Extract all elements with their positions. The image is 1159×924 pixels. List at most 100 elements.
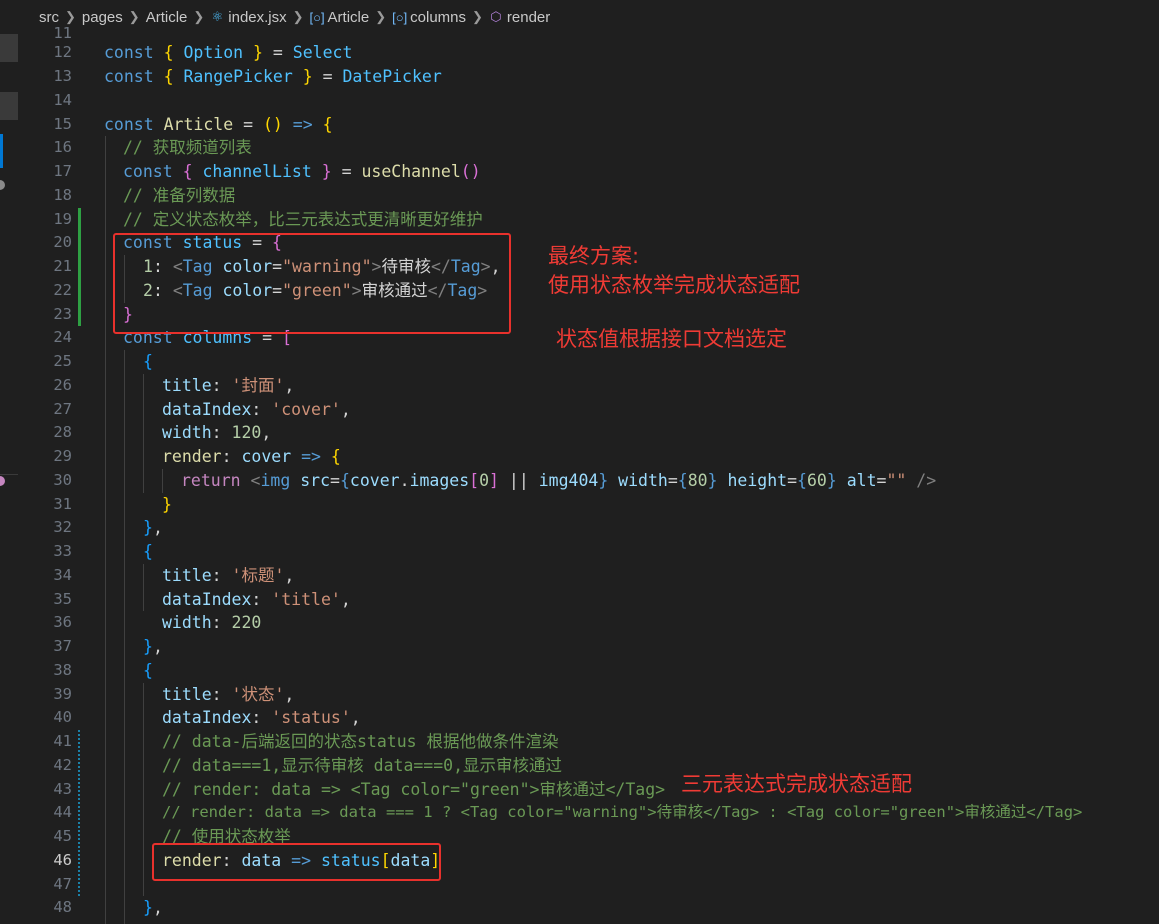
code-line[interactable]: const { channelList } = useChannel() xyxy=(123,160,481,184)
line-number: 15 xyxy=(53,115,72,133)
annotation-status-note: 状态值根据接口文档选定 xyxy=(556,327,787,351)
code-comment[interactable]: // 定义状态枚举，比三元表达式更清晰更好维护 xyxy=(123,208,483,232)
status-enum-highlight-box xyxy=(113,233,511,334)
line-number: 40 xyxy=(53,708,72,726)
line-number: 26 xyxy=(53,376,72,394)
line-number-active: 46 xyxy=(53,851,72,869)
line-number: 17 xyxy=(53,162,72,180)
line-number: 37 xyxy=(53,637,72,655)
line-number: 29 xyxy=(53,447,72,465)
indent-guide xyxy=(143,374,144,493)
breadcrumb-item-article-folder[interactable]: Article xyxy=(146,9,188,26)
symbol-variable-icon: [○] xyxy=(392,9,408,25)
breadcrumb-item-render[interactable]: ⬡ render xyxy=(489,9,550,26)
line-number: 20 xyxy=(53,233,72,251)
render-line-highlight-box xyxy=(152,843,441,881)
line-number: 41 xyxy=(53,732,72,750)
breadcrumb-item-columns[interactable]: [○] columns xyxy=(392,9,466,26)
line-number: 42 xyxy=(53,756,72,774)
code-line[interactable]: const { RangePicker } = DatePicker xyxy=(104,65,442,89)
code-line[interactable]: return <img src={cover.images[0] || img4… xyxy=(181,469,936,493)
line-number: 28 xyxy=(53,423,72,441)
code-line[interactable]: title: '标题', xyxy=(162,564,294,588)
code-comment[interactable]: // data===1,显示待审核 data===0,显示审核通过 xyxy=(162,754,562,778)
line-number: 48 xyxy=(53,898,72,916)
chevron-right-icon: ❯ xyxy=(472,9,483,24)
line-number: 12 xyxy=(53,43,72,61)
line-number: 13 xyxy=(53,67,72,85)
line-number: 45 xyxy=(53,827,72,845)
line-number: 44 xyxy=(53,803,72,821)
code-line[interactable]: title: '状态', xyxy=(162,683,294,707)
side-panel-edge xyxy=(0,34,18,924)
line-number: 14 xyxy=(53,91,72,109)
code-comment[interactable]: // data-后端返回的状态status 根据他做条件渲染 xyxy=(162,730,559,754)
symbol-method-icon: ⬡ xyxy=(490,9,502,24)
chevron-right-icon: ❯ xyxy=(128,9,140,24)
breadcrumb-item-pages[interactable]: pages xyxy=(82,9,123,26)
code-line[interactable]: const Article = () => { xyxy=(104,113,333,137)
code-line[interactable]: title: '封面', xyxy=(162,374,294,398)
line-number: 21 xyxy=(53,257,72,275)
panel-dot-icon xyxy=(0,180,5,190)
panel-active-indicator xyxy=(0,134,3,168)
line-number: 38 xyxy=(53,661,72,679)
code-line[interactable]: const { Option } = Select xyxy=(104,41,352,65)
line-number: 43 xyxy=(53,780,72,798)
code-line[interactable]: width: 220 xyxy=(162,611,261,635)
panel-row-highlight xyxy=(0,34,18,62)
code-line[interactable]: }, xyxy=(143,635,163,659)
code-comment[interactable]: // render: data => data === 1 ? <Tag col… xyxy=(162,801,1082,825)
indent-guide xyxy=(105,136,106,924)
line-number: 22 xyxy=(53,281,72,299)
breadcrumb-item-article-symbol[interactable]: [○] Article xyxy=(310,9,370,26)
code-line[interactable]: dataIndex: 'cover', xyxy=(162,398,351,422)
line-number: 47 xyxy=(53,875,72,893)
line-number: 35 xyxy=(53,590,72,608)
line-number: 18 xyxy=(53,186,72,204)
indent-guide xyxy=(162,469,163,493)
annotation-ternary-note: 三元表达式完成状态适配 xyxy=(681,772,912,796)
line-number: 33 xyxy=(53,542,72,560)
indent-guide xyxy=(143,683,144,896)
breadcrumb: src ❯ pages ❯ Article ❯ ⚛ index.jsx ❯ [○]… xyxy=(0,0,1159,34)
panel-divider xyxy=(0,474,18,475)
line-number: 25 xyxy=(53,352,72,370)
indent-guide xyxy=(124,350,125,924)
code-comment[interactable]: // 准备列数据 xyxy=(123,184,235,208)
code-line[interactable]: width: 120, xyxy=(162,421,271,445)
code-line[interactable]: { xyxy=(143,540,153,564)
code-line[interactable]: } xyxy=(162,493,172,517)
line-number: 34 xyxy=(53,566,72,584)
chevron-right-icon: ❯ xyxy=(375,9,387,24)
code-comment[interactable]: // 获取频道列表 xyxy=(123,136,252,160)
code-line[interactable]: { xyxy=(143,659,153,683)
indent-guide xyxy=(143,564,144,611)
line-number: 39 xyxy=(53,685,72,703)
code-line[interactable]: }, xyxy=(143,896,163,920)
annotation-final-title: 最终方案: xyxy=(548,244,640,268)
panel-row-highlight xyxy=(0,92,18,120)
line-number: 30 xyxy=(53,471,72,489)
line-number: 32 xyxy=(53,518,72,536)
chevron-right-icon: ❯ xyxy=(292,9,304,24)
line-number: 19 xyxy=(53,210,72,228)
line-number: 27 xyxy=(53,400,72,418)
chevron-right-icon: ❯ xyxy=(193,9,205,24)
line-number: 24 xyxy=(53,328,72,346)
react-icon: ⚛ xyxy=(211,9,224,24)
code-line[interactable]: { xyxy=(143,350,153,374)
line-number: 36 xyxy=(53,613,72,631)
line-number: 31 xyxy=(53,495,72,513)
line-number: 16 xyxy=(53,138,72,156)
symbol-variable-icon: [○] xyxy=(309,9,325,25)
code-line[interactable]: dataIndex: 'status', xyxy=(162,706,361,730)
code-line[interactable]: }, xyxy=(143,516,163,540)
code-line[interactable]: dataIndex: 'title', xyxy=(162,588,351,612)
line-number: 23 xyxy=(53,305,72,323)
breadcrumb-item-index-jsx[interactable]: ⚛ index.jsx xyxy=(210,9,286,26)
code-comment[interactable]: // render: data => <Tag color="green">审核… xyxy=(162,778,665,802)
code-line[interactable]: render: cover => { xyxy=(162,445,341,469)
git-added-marker xyxy=(78,208,81,326)
git-modified-marker xyxy=(78,730,80,896)
